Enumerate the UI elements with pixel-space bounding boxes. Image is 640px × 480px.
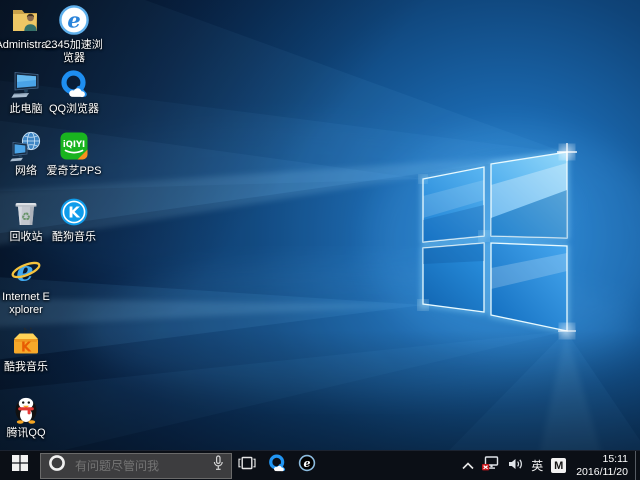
windows-logo-icon (12, 455, 28, 476)
system-tray: 英 M 15:11 2016/11/20 (458, 451, 640, 480)
desktop-icon-kuwo-music[interactable]: ♪ ♪ K 酷我音乐 (0, 326, 52, 374)
cortana-search-box[interactable] (40, 453, 232, 479)
input-language-indicator[interactable]: 英 (527, 457, 547, 474)
desktop-icon-kugou-music[interactable]: K 酷狗音乐 (44, 196, 104, 244)
icon-label: 此电脑 (10, 103, 43, 116)
icon-label: 2345加速浏览器 (44, 39, 104, 65)
2345-browser-icon: e (298, 454, 316, 477)
show-desktop-button[interactable] (635, 451, 640, 480)
svg-text:iQIYI: iQIYI (63, 139, 85, 149)
icon-label: 腾讯QQ (6, 427, 45, 440)
internet-explorer-icon: e (10, 256, 42, 288)
network-status-button[interactable] (478, 451, 504, 480)
kugou-music-icon: K (58, 196, 90, 228)
icon-label: 爱奇艺PPS (46, 165, 101, 178)
icon-label: 网络 (15, 165, 37, 178)
clock-time: 15:11 (576, 453, 628, 466)
tencent-qq-icon (10, 392, 42, 424)
kuwo-music-icon: ♪ ♪ K (10, 326, 42, 358)
taskbar-2345-browser[interactable]: e (292, 451, 322, 480)
volume-button[interactable] (504, 451, 527, 480)
desktop-icon-2345-browser[interactable]: e 2345加速浏览器 (44, 4, 104, 65)
chevron-up-icon (462, 457, 474, 475)
network-disconnected-icon (482, 456, 500, 476)
2345-browser-icon: e (58, 4, 90, 36)
icon-label: QQ浏览器 (49, 103, 99, 116)
taskbar-qq-browser[interactable] (262, 451, 292, 480)
task-view-icon (238, 456, 256, 475)
recycle-bin-icon: ♻ (10, 196, 42, 228)
svg-text:e: e (304, 457, 311, 470)
svg-text:K: K (21, 341, 32, 356)
microphone-icon[interactable] (213, 455, 224, 477)
task-view-button[interactable] (232, 451, 262, 480)
desktop-icon-internet-explorer[interactable]: e Internet Explorer (0, 256, 52, 317)
desktop-icon-qq-browser[interactable]: QQ浏览器 (44, 68, 104, 116)
search-input[interactable] (73, 458, 213, 474)
taskbar-clock[interactable]: 15:11 2016/11/20 (570, 453, 635, 479)
svg-text:e: e (67, 8, 80, 33)
desktop-icon-iqiyi-pps[interactable]: iQIYI 爱奇艺PPS (44, 130, 104, 178)
svg-text:K: K (68, 204, 81, 222)
this-pc-icon (10, 68, 42, 100)
taskbar: e (0, 450, 640, 480)
qq-browser-icon (58, 68, 90, 100)
svg-text:♪: ♪ (28, 327, 32, 335)
windows-desktop: Administra... e 2345加速浏览器 此电脑 (0, 0, 640, 480)
ime-badge[interactable]: M (551, 458, 566, 473)
icon-label: Internet Explorer (0, 291, 52, 317)
icon-label: 酷狗音乐 (52, 231, 96, 244)
iqiyi-icon: iQIYI (58, 130, 90, 162)
clock-date: 2016/11/20 (576, 466, 628, 479)
cortana-icon (48, 454, 66, 477)
svg-text:♻: ♻ (21, 211, 31, 224)
user-folder-icon (10, 4, 42, 36)
qq-browser-icon (267, 453, 287, 478)
network-icon (10, 130, 42, 162)
tray-expand-button[interactable] (458, 451, 478, 480)
speaker-icon (508, 457, 523, 475)
icon-label: 酷我音乐 (4, 361, 48, 374)
desktop-icon-tencent-qq[interactable]: 腾讯QQ (0, 392, 52, 440)
start-button[interactable] (0, 451, 40, 480)
icon-label: 回收站 (10, 231, 43, 244)
